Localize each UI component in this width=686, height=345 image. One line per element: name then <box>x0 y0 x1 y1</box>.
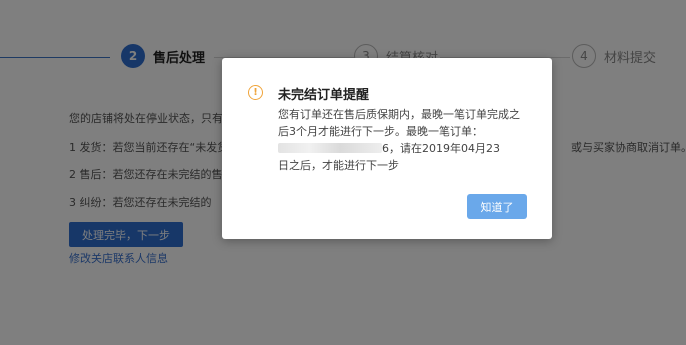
redacted-order-number <box>278 143 382 153</box>
dialog-message: 您有订单还在售后质保期内，最晚一笔订单完成之 后3个月才能进行下一步。最晚一笔订… <box>278 106 536 174</box>
dialog-message-line: 日之后，才能进行下一步 <box>278 159 399 172</box>
dialog-message-line: 您有订单还在售后质保期内，最晚一笔订单完成之 <box>278 108 520 121</box>
warning-icon: ! <box>248 85 263 100</box>
got-it-button[interactable]: 知道了 <box>467 194 527 219</box>
dialog-message-line: 6，请在2019年04月23 <box>278 140 536 157</box>
dialog-title: 未完结订单提醒 <box>278 88 370 103</box>
unfinished-order-dialog: ! 未完结订单提醒 您有订单还在售后质保期内，最晚一笔订单完成之 后3个月才能进… <box>222 58 552 239</box>
dialog-deadline-text: 6，请在2019年04月23 <box>382 142 500 155</box>
dialog-message-line: 后3个月才能进行下一步。最晚一笔订单： <box>278 125 483 138</box>
